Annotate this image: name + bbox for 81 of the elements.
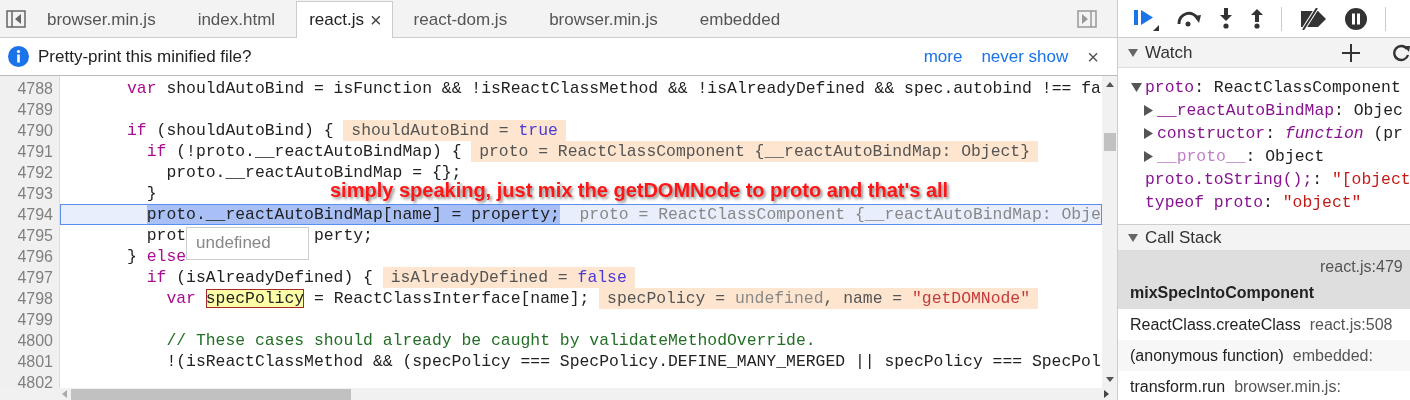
expand-triangle-icon[interactable] (1143, 105, 1154, 116)
line-number: 4788 (16, 79, 54, 99)
code-line: !(isReactClassMethod && (specPolicy === SpecPolicy.DEFINE_MANY_MERGED || specPolicy === SpecPol (165, 351, 1101, 372)
code-line: if (!proto.__reactAutoBindMap) { (145, 141, 462, 162)
tab-title[interactable]: browser.min.js (549, 9, 658, 30)
add-icon[interactable] (1342, 43, 1360, 62)
annotation-text: simply speaking, just mix the getDOMNode to proto and that's all (330, 179, 949, 202)
line-number: 4796 (16, 247, 54, 267)
code-line: perty; (313, 225, 373, 246)
watch-expression[interactable]: __proto__: Object (1157, 147, 1325, 166)
file-tab[interactable]: browser.min.js (26, 1, 177, 37)
collapse-triangle-icon[interactable] (1131, 82, 1142, 93)
line-number: 4789 (16, 100, 54, 120)
inline-value: specPolicy = undefined, name = "getDOMNode" (599, 288, 1038, 309)
close-button[interactable]: × (1087, 46, 1109, 67)
line-number: 4800 (16, 331, 54, 351)
watch-expression[interactable]: constructor: function (pr (1157, 124, 1403, 143)
line-number: 4791 (16, 142, 54, 162)
collapse-triangle-icon[interactable] (1128, 232, 1138, 243)
watch-expression[interactable]: proto.toString();: "[object (1145, 170, 1410, 189)
infobar-link[interactable]: more (923, 46, 963, 67)
sidebar-toggle-icon[interactable] (6, 9, 26, 28)
line-number: 4799 (16, 310, 54, 330)
line-number: 4802 (16, 373, 54, 388)
tab-title[interactable]: react-dom.js (413, 9, 508, 30)
inline-value: isAlreadyDefined = false (382, 267, 635, 288)
inline-value: proto = ReactClassComponent {__reactAutoBindMap: Object} (471, 141, 1038, 162)
code-line: if (shouldAutoBind) { (126, 120, 334, 141)
inline-value: shouldAutoBind = true (343, 120, 566, 141)
file-tab[interactable]: react-dom.js (392, 1, 529, 37)
file-tab[interactable]: index.html (176, 1, 297, 37)
tab-title[interactable]: embedded (699, 9, 781, 30)
code-line: // These cases should already be caught by validateMethodOverride. (165, 330, 816, 351)
scroll-right-icon[interactable] (1104, 390, 1109, 398)
line-number: 4790 (16, 121, 54, 141)
tab-title[interactable]: browser.min.js (47, 9, 156, 30)
line-number: 4801 (16, 352, 54, 372)
line-number: 4793 (16, 184, 54, 204)
collapse-triangle-icon[interactable] (1128, 47, 1138, 58)
expand-triangle-icon[interactable] (1143, 151, 1154, 162)
watch-expression[interactable]: __reactAutoBindMap: Objec (1157, 101, 1403, 120)
pause-icon[interactable] (1344, 6, 1368, 31)
code-line: } (145, 183, 157, 204)
infobar-link[interactable]: never show (981, 46, 1069, 67)
info-icon (8, 46, 29, 67)
step-into-icon[interactable] (1219, 7, 1233, 30)
tab-title[interactable]: react.js (309, 10, 364, 30)
expand-triangle-icon[interactable] (1143, 128, 1154, 139)
close-tab-button[interactable]: × (363, 10, 382, 30)
line-number: 4795 (16, 226, 54, 246)
call-frame[interactable]: transform.run browser.min.js: (1118, 371, 1410, 400)
code-line: prot (145, 225, 187, 246)
code-line: if (isAlreadyDefined) { (145, 267, 373, 288)
step-over-icon[interactable] (1176, 9, 1202, 28)
scroll-up-icon[interactable] (1105, 82, 1114, 87)
scrollbar-thumb[interactable] (71, 388, 351, 400)
code-line: var specPolicy = ReactClassInterface[name]; (165, 288, 590, 309)
code-line: } else (126, 246, 187, 267)
call-frame[interactable]: react.js:479 mixSpecIntoComponent (1118, 251, 1410, 309)
scrollbar-thumb[interactable] (1103, 133, 1116, 151)
file-tab[interactable]: react.js × (296, 1, 393, 38)
deactivate-breakpoints-icon[interactable] (1299, 7, 1327, 30)
call-frame[interactable]: ReactClass.createClass react.js:508 (1118, 309, 1410, 340)
step-out-icon[interactable] (1250, 7, 1264, 30)
line-number: 4794 (16, 205, 54, 225)
line-number: 4792 (16, 163, 54, 183)
panel-toggle-icon[interactable] (1077, 9, 1097, 28)
file-tab[interactable]: browser.min.js (528, 1, 679, 37)
refresh-icon[interactable] (1392, 43, 1410, 62)
watch-expression[interactable]: typeof proto: "object" (1145, 193, 1362, 212)
tab-title[interactable]: index.html (197, 9, 276, 30)
code-line: proto.__reactAutoBindMap = {}; (165, 162, 462, 182)
file-tab[interactable]: embedded (678, 1, 802, 37)
infobar-message: Pretty-print this minified file? (38, 46, 253, 67)
line-number: 4797 (16, 268, 54, 288)
scroll-down-icon[interactable] (1105, 377, 1114, 382)
inline-value: proto = ReactClassComponent {__reactAutoBindMap: Obje (579, 204, 1101, 225)
watch-expression[interactable]: proto: ReactClassComponent (1145, 78, 1401, 97)
call-frame[interactable]: (anonymous function) embedded: (1118, 340, 1410, 371)
line-number: 4798 (16, 289, 54, 309)
code-line: var shouldAutoBind = isFunction && !isReactClassMethod && !isAlreadyDefined && spec.autobind !== fa (126, 78, 1101, 99)
